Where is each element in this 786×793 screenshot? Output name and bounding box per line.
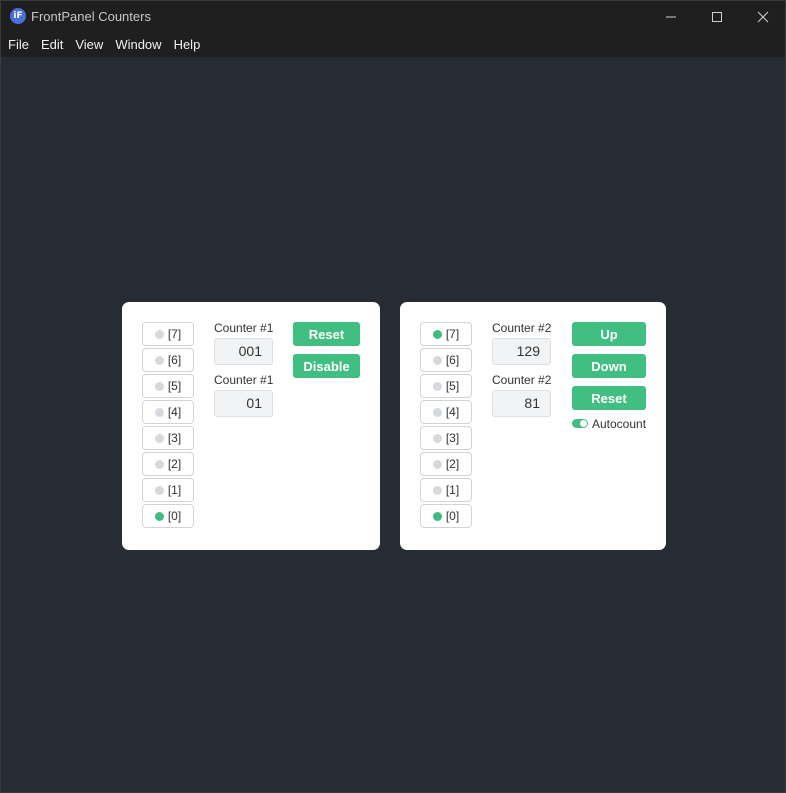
counter-panel-2: [7] [6] [5] [4] [3] [2] [1] [0] Counter … xyxy=(400,302,666,550)
counter-1-hex-value: 01 xyxy=(214,390,273,417)
led-bit-3[interactable]: [3] xyxy=(142,426,194,450)
autocount-toggle[interactable] xyxy=(572,419,588,428)
led-bit-5[interactable]: [5] xyxy=(142,374,194,398)
led-bit-4[interactable]: [4] xyxy=(420,400,472,424)
led-label: [0] xyxy=(167,509,182,523)
led-bit-1[interactable]: [1] xyxy=(142,478,194,502)
maximize-button[interactable] xyxy=(694,1,740,32)
close-icon xyxy=(757,11,769,22)
led-label: [3] xyxy=(445,431,460,445)
app-window: iF FrontPanel Counters File Edit View Wi… xyxy=(0,0,786,793)
led-label: [1] xyxy=(167,483,182,497)
counter-panel-1: [7] [6] [5] [4] [3] [2] [1] [0] Counter … xyxy=(122,302,380,550)
led-indicator-icon xyxy=(154,407,164,417)
menu-window[interactable]: Window xyxy=(109,32,167,57)
menu-view[interactable]: View xyxy=(69,32,109,57)
disable-button[interactable]: Disable xyxy=(293,354,360,378)
led-indicator-icon xyxy=(154,355,164,365)
counter-1-value: 001 xyxy=(214,338,273,365)
led-bit-3[interactable]: [3] xyxy=(420,426,472,450)
led-bit-1[interactable]: [1] xyxy=(420,478,472,502)
led-indicator-icon xyxy=(432,355,442,365)
frontpanel-app-icon: iF xyxy=(10,8,26,24)
reset-button[interactable]: Reset xyxy=(572,386,646,410)
led-indicator-icon xyxy=(432,381,442,391)
autocount-label: Autocount xyxy=(592,417,647,431)
close-button[interactable] xyxy=(740,1,786,32)
minimize-icon xyxy=(666,16,676,17)
led-bit-2[interactable]: [2] xyxy=(142,452,194,476)
led-bit-5[interactable]: [5] xyxy=(420,374,472,398)
led-indicator-icon xyxy=(154,511,164,521)
counter-2-value: 129 xyxy=(492,338,551,365)
led-label: [2] xyxy=(445,457,460,471)
led-bit-7[interactable]: [7] xyxy=(142,322,194,346)
counter-2-hex-label: Counter #2 xyxy=(492,373,552,387)
led-label: [0] xyxy=(445,509,460,523)
led-indicator-icon xyxy=(432,511,442,521)
led-indicator-icon xyxy=(154,459,164,469)
led-label: [7] xyxy=(445,327,460,341)
led-indicator-icon xyxy=(432,407,442,417)
counter-2-hex-value: 81 xyxy=(492,390,551,417)
led-label: [1] xyxy=(445,483,460,497)
menu-file[interactable]: File xyxy=(1,32,35,57)
led-label: [3] xyxy=(167,431,182,445)
led-bit-6[interactable]: [6] xyxy=(420,348,472,372)
led-indicator-icon xyxy=(154,329,164,339)
led-indicator-icon xyxy=(154,433,164,443)
led-bit-7[interactable]: [7] xyxy=(420,322,472,346)
led-indicator-icon xyxy=(154,381,164,391)
counter-1-label: Counter #1 xyxy=(214,321,274,335)
counter-2-label: Counter #2 xyxy=(492,321,552,335)
led-label: [4] xyxy=(445,405,460,419)
menu-help[interactable]: Help xyxy=(168,32,207,57)
menu-edit[interactable]: Edit xyxy=(35,32,69,57)
maximize-icon xyxy=(712,11,722,22)
led-indicator-icon xyxy=(432,485,442,495)
led-label: [2] xyxy=(167,457,182,471)
led-indicator-icon xyxy=(154,485,164,495)
menu-bar: File Edit View Window Help xyxy=(1,32,785,57)
reset-button[interactable]: Reset xyxy=(293,322,360,346)
minimize-button[interactable] xyxy=(648,1,694,32)
led-indicator-icon xyxy=(432,459,442,469)
led-label: [5] xyxy=(167,379,182,393)
led-label: [7] xyxy=(167,327,182,341)
led-label: [6] xyxy=(167,353,182,367)
led-bit-2[interactable]: [2] xyxy=(420,452,472,476)
led-indicator-icon xyxy=(432,433,442,443)
title-bar[interactable]: iF FrontPanel Counters xyxy=(1,1,785,32)
led-indicator-icon xyxy=(432,329,442,339)
led-bit-6[interactable]: [6] xyxy=(142,348,194,372)
led-label: [6] xyxy=(445,353,460,367)
up-button[interactable]: Up xyxy=(572,322,646,346)
led-bit-0[interactable]: [0] xyxy=(142,504,194,528)
down-button[interactable]: Down xyxy=(572,354,646,378)
led-bit-0[interactable]: [0] xyxy=(420,504,472,528)
window-title: FrontPanel Counters xyxy=(31,9,151,24)
counter-1-hex-label: Counter #1 xyxy=(214,373,274,387)
led-bit-4[interactable]: [4] xyxy=(142,400,194,424)
led-label: [4] xyxy=(167,405,182,419)
led-label: [5] xyxy=(445,379,460,393)
